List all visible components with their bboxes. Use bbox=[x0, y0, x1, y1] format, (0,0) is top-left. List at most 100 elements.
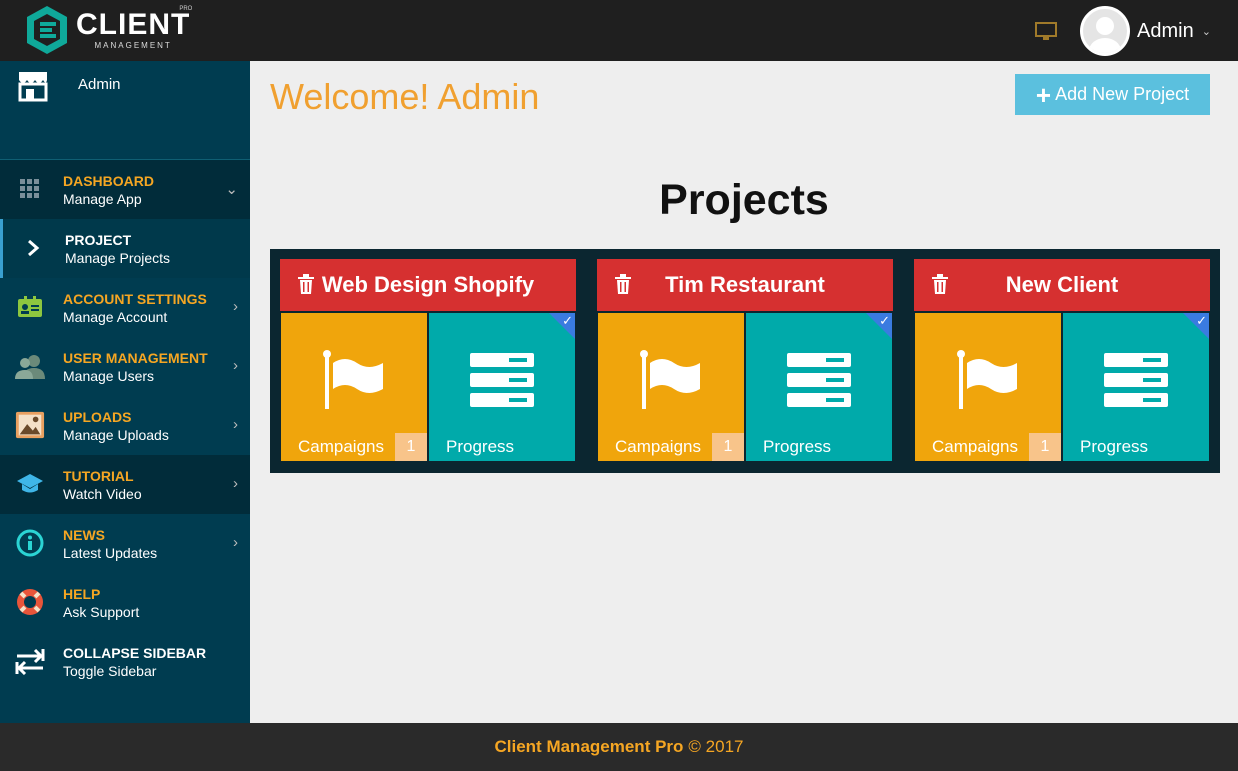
campaigns-tile[interactable]: Campaigns 1 bbox=[915, 313, 1061, 461]
user-menu[interactable]: Admin ⌄ bbox=[1080, 6, 1211, 56]
sidebar-profile: Admin bbox=[0, 61, 250, 160]
campaigns-count-badge: 1 bbox=[712, 433, 744, 461]
progress-label: Progress bbox=[763, 437, 832, 456]
logo-title: CLIENT bbox=[76, 8, 191, 41]
check-icon: ✓ bbox=[1196, 313, 1207, 328]
user-name: Admin bbox=[1137, 19, 1194, 42]
image-icon bbox=[15, 410, 45, 440]
sidebar: Admin DASHBOARD Manage App ⌄ PROJECT Man… bbox=[0, 61, 250, 723]
sidebar-item-title: ACCOUNT SETTINGS bbox=[63, 291, 207, 307]
chevron-down-icon: ⌄ bbox=[225, 181, 238, 198]
app-logo[interactable]: PRO CLIENT MANAGEMENT bbox=[24, 2, 192, 58]
sidebar-item-title: TUTORIAL bbox=[63, 468, 134, 484]
check-icon: ✓ bbox=[879, 313, 890, 328]
swap-arrows-icon bbox=[15, 646, 45, 676]
sidebar-item-user-management[interactable]: USER MANAGEMENT Manage Users › bbox=[0, 337, 250, 396]
chevron-right-icon bbox=[18, 233, 48, 263]
sidebar-item-account-settings[interactable]: ACCOUNT SETTINGS Manage Account › bbox=[0, 278, 250, 337]
project-card-header[interactable]: Web Design Shopify bbox=[280, 259, 576, 311]
project-card: Tim Restaurant Campaigns 1 ✓ Progress bbox=[597, 259, 893, 462]
user-silhouette-icon bbox=[1089, 17, 1121, 53]
project-card-header[interactable]: Tim Restaurant bbox=[597, 259, 893, 311]
project-name: New Client bbox=[1005, 272, 1119, 297]
campaigns-tile[interactable]: Campaigns 1 bbox=[598, 313, 744, 461]
welcome-title: Welcome! Admin bbox=[270, 76, 540, 117]
flag-icon bbox=[957, 350, 1017, 409]
campaigns-tile[interactable]: Campaigns 1 bbox=[281, 313, 427, 461]
sidebar-item-title: COLLAPSE SIDEBAR bbox=[63, 645, 207, 661]
avatar bbox=[1080, 6, 1130, 56]
chevron-right-icon: › bbox=[233, 534, 238, 551]
chevron-right-icon: › bbox=[233, 416, 238, 433]
server-icon bbox=[470, 353, 534, 407]
grid-icon bbox=[15, 174, 45, 204]
sidebar-item-title: USER MANAGEMENT bbox=[63, 350, 208, 366]
project-name: Web Design Shopify bbox=[321, 272, 535, 297]
server-icon bbox=[787, 353, 851, 407]
add-new-project-button[interactable]: + Add New Project bbox=[1015, 74, 1210, 115]
footer-copyright: © 2017 bbox=[688, 737, 744, 756]
flag-icon bbox=[640, 350, 700, 409]
sidebar-item-tutorial[interactable]: TUTORIAL Watch Video › bbox=[0, 455, 250, 514]
logo-subtitle: MANAGEMENT bbox=[94, 41, 172, 50]
footer-brand: Client Management Pro bbox=[494, 737, 684, 756]
sidebar-item-subtitle: Toggle Sidebar bbox=[63, 663, 157, 679]
sidebar-item-title: UPLOADS bbox=[63, 409, 132, 425]
id-card-icon bbox=[15, 292, 45, 322]
sidebar-item-subtitle: Latest Updates bbox=[63, 545, 158, 561]
info-icon bbox=[15, 528, 45, 558]
graduation-cap-icon bbox=[15, 469, 45, 499]
top-bar: PRO CLIENT MANAGEMENT Admin ⌄ bbox=[0, 0, 1238, 61]
campaigns-label: Campaigns bbox=[298, 437, 384, 456]
sidebar-item-uploads[interactable]: UPLOADS Manage Uploads › bbox=[0, 396, 250, 455]
check-icon: ✓ bbox=[562, 313, 573, 328]
campaigns-label: Campaigns bbox=[932, 437, 1018, 456]
sidebar-item-title: DASHBOARD bbox=[63, 173, 154, 189]
sidebar-item-subtitle: Manage Users bbox=[63, 368, 155, 384]
sidebar-item-subtitle: Ask Support bbox=[63, 604, 140, 620]
sidebar-item-title: PROJECT bbox=[65, 232, 132, 248]
campaigns-label: Campaigns bbox=[615, 437, 701, 456]
sidebar-item-subtitle: Manage Uploads bbox=[63, 427, 169, 443]
sidebar-item-dashboard[interactable]: DASHBOARD Manage App ⌄ bbox=[0, 160, 250, 219]
sidebar-item-title: NEWS bbox=[63, 527, 105, 543]
projects-heading: Projects bbox=[659, 176, 829, 224]
logo-text: PRO CLIENT MANAGEMENT bbox=[76, 6, 192, 50]
project-card-header[interactable]: New Client bbox=[914, 259, 1210, 311]
sidebar-item-subtitle: Manage Projects bbox=[65, 250, 171, 266]
project-card: Web Design Shopify Campaigns 1 ✓ Progres… bbox=[280, 259, 576, 462]
flag-icon bbox=[323, 350, 383, 409]
sidebar-item-subtitle: Manage App bbox=[63, 191, 142, 207]
progress-tile[interactable]: ✓ Progress bbox=[429, 313, 575, 461]
progress-tile[interactable]: ✓ Progress bbox=[1063, 313, 1209, 461]
chevron-right-icon: › bbox=[233, 298, 238, 315]
monitor-icon[interactable] bbox=[1034, 20, 1058, 42]
campaigns-count-badge: 1 bbox=[1029, 433, 1061, 461]
chevron-right-icon: › bbox=[233, 475, 238, 492]
store-icon bbox=[18, 72, 48, 102]
sidebar-user-name: Admin bbox=[78, 76, 121, 93]
progress-label: Progress bbox=[1080, 437, 1149, 456]
footer: Client Management Pro © 2017 bbox=[0, 723, 1238, 771]
progress-label: Progress bbox=[446, 437, 515, 456]
project-name: Tim Restaurant bbox=[665, 272, 825, 297]
logo-pro-label: PRO bbox=[179, 6, 193, 12]
sidebar-item-subtitle: Manage Account bbox=[63, 309, 168, 325]
plus-icon: + bbox=[1035, 79, 1052, 110]
sidebar-item-project[interactable]: PROJECT Manage Projects bbox=[0, 219, 250, 278]
project-card: New Client Campaigns 1 ✓ Progress bbox=[914, 259, 1210, 462]
sidebar-item-title: HELP bbox=[63, 586, 101, 602]
chevron-right-icon: › bbox=[233, 357, 238, 374]
progress-tile[interactable]: ✓ Progress bbox=[746, 313, 892, 461]
chevron-down-icon: ⌄ bbox=[1201, 25, 1211, 38]
logo-mark-icon bbox=[27, 6, 67, 54]
sidebar-item-subtitle: Watch Video bbox=[63, 486, 142, 502]
sidebar-item-news[interactable]: NEWS Latest Updates › bbox=[0, 514, 250, 573]
add-new-project-label: Add New Project bbox=[1055, 84, 1190, 104]
server-icon bbox=[1104, 353, 1168, 407]
projects-grid: Web Design Shopify Campaigns 1 ✓ Progres… bbox=[270, 249, 1220, 473]
lifebuoy-icon bbox=[15, 587, 45, 617]
sidebar-item-collapse-sidebar[interactable]: COLLAPSE SIDEBAR Toggle Sidebar bbox=[0, 632, 250, 691]
campaigns-count-badge: 1 bbox=[395, 433, 427, 461]
sidebar-item-help[interactable]: HELP Ask Support bbox=[0, 573, 250, 632]
